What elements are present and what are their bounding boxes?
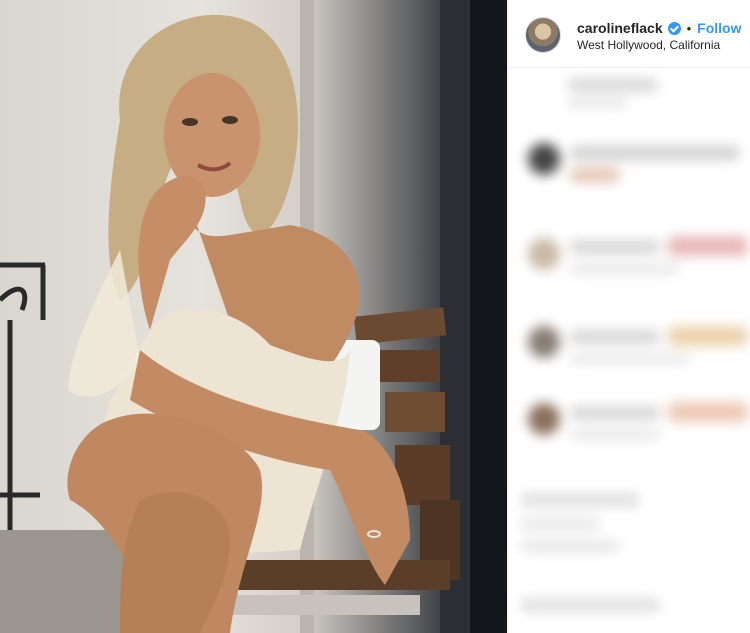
avatar[interactable] — [525, 17, 561, 53]
post-photo[interactable] — [0, 0, 507, 633]
follow-button[interactable]: Follow — [697, 20, 741, 36]
username-link[interactable]: carolineflack — [577, 20, 663, 36]
photo-illustration — [0, 0, 507, 633]
railing — [0, 262, 46, 530]
separator-dot: • — [686, 20, 692, 36]
verified-badge-icon — [667, 21, 681, 35]
user-line: carolineflack • Follow — [577, 18, 742, 38]
blurred-comments — [508, 68, 750, 633]
post-side-panel: carolineflack • Follow West Hollywood, C… — [507, 0, 750, 633]
location-link[interactable]: West Hollywood, California — [577, 38, 720, 52]
post-header: carolineflack • Follow West Hollywood, C… — [508, 0, 750, 68]
